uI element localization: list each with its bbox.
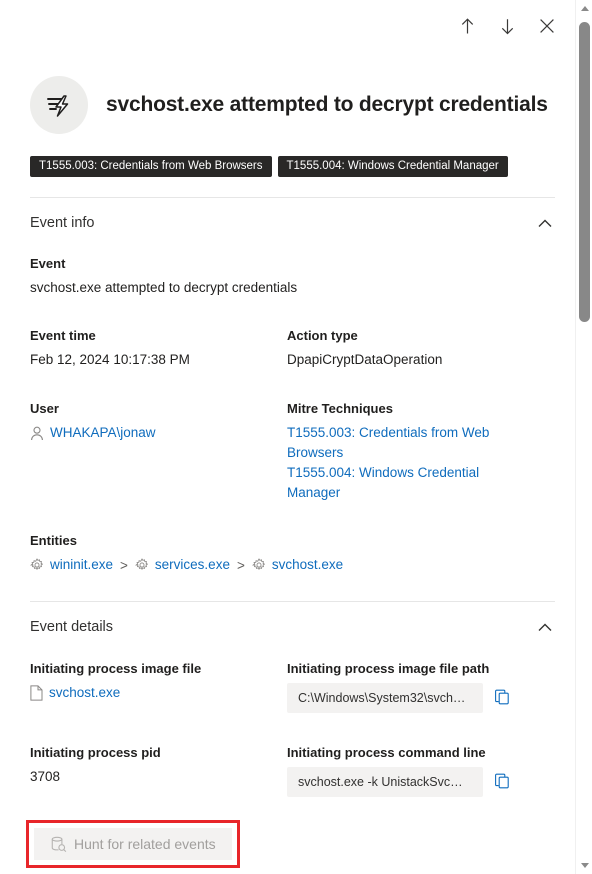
- chevron-up-icon[interactable]: [535, 213, 555, 233]
- field-initiating-process-image-file: Initiating process image file svchost.ex…: [30, 661, 201, 703]
- field-label: Mitre Techniques: [287, 401, 393, 416]
- gear-icon: [134, 558, 149, 572]
- entity-link[interactable]: svchost.exe: [272, 555, 343, 575]
- entity-link[interactable]: wininit.exe: [50, 555, 113, 575]
- field-entities: Entities wininit.exe > services.exe > sv…: [30, 533, 343, 575]
- mitre-technique-link[interactable]: T1555.003: Credentials from Web Browsers: [287, 425, 489, 460]
- field-action-type: Action type DpapiCryptDataOperation: [287, 328, 442, 369]
- field-initiating-process-command-line: Initiating process command line svchost.…: [287, 745, 511, 797]
- gear-icon: [30, 558, 44, 572]
- field-event: Event svchost.exe attempted to decrypt c…: [30, 256, 297, 297]
- copy-command-line-button[interactable]: [493, 773, 511, 791]
- event-details-section-title: Event details: [30, 619, 114, 635]
- field-label: Initiating process image file path: [287, 661, 490, 676]
- field-initiating-process-pid: Initiating process pid 3708: [30, 745, 161, 786]
- image-path-value: C:\Windows\System32\svchost....: [287, 683, 483, 713]
- field-label: Event: [30, 256, 66, 271]
- chevron-up-icon[interactable]: [535, 617, 555, 637]
- close-icon: [539, 18, 555, 34]
- hunt-for-related-events-button[interactable]: Hunt for related events: [34, 828, 232, 860]
- file-icon: [30, 685, 43, 701]
- scroll-down-arrow-icon[interactable]: [576, 857, 592, 874]
- page-title: svchost.exe attempted to decrypt credent…: [106, 93, 548, 116]
- user-value-row[interactable]: WHAKAPA\jonaw: [30, 423, 156, 443]
- field-value: DpapiCryptDataOperation: [287, 352, 443, 367]
- event-details-section-header[interactable]: Event details: [30, 612, 555, 642]
- panel-action-bar: [451, 10, 563, 42]
- alert-details-panel: svchost.exe attempted to decrypt credent…: [0, 0, 592, 874]
- mitre-technique-link[interactable]: T1555.004: Windows Credential Manager: [287, 465, 479, 500]
- entity-link[interactable]: services.exe: [155, 555, 230, 575]
- field-initiating-process-image-file-path: Initiating process image file path C:\Wi…: [287, 661, 511, 713]
- copy-image-path-button[interactable]: [493, 689, 511, 707]
- alert-lightning-icon: [30, 76, 88, 134]
- pid-value: 3708: [30, 769, 61, 784]
- arrow-up-icon: [459, 17, 476, 35]
- field-label: Entities: [30, 533, 77, 548]
- panel-content: svchost.exe attempted to decrypt credent…: [0, 0, 575, 874]
- hunt-button-label: Hunt for related events: [74, 836, 216, 852]
- scroll-thumb[interactable]: [579, 22, 590, 322]
- field-value: svchost.exe attempted to decrypt credent…: [30, 280, 298, 295]
- event-info-section-header[interactable]: Event info: [30, 208, 555, 238]
- previous-item-button[interactable]: [451, 10, 483, 42]
- field-event-time: Event time Feb 12, 2024 10:17:38 PM: [30, 328, 190, 369]
- next-item-button[interactable]: [491, 10, 523, 42]
- scroll-up-arrow-icon[interactable]: [576, 0, 592, 17]
- entity-item[interactable]: services.exe: [134, 555, 230, 575]
- field-mitre-techniques: Mitre Techniques T1555.003: Credentials …: [287, 401, 502, 503]
- command-line-value: svchost.exe -k UnistackSvcGroup: [287, 767, 483, 797]
- mitre-tag[interactable]: T1555.003: Credentials from Web Browsers: [30, 156, 272, 177]
- field-label: Event time: [30, 328, 96, 343]
- image-file-value-row[interactable]: svchost.exe: [30, 683, 201, 703]
- arrow-down-icon: [499, 17, 516, 35]
- entity-separator: >: [236, 557, 245, 573]
- event-info-section-title: Event info: [30, 215, 95, 231]
- section-divider: [30, 601, 555, 602]
- hunt-button-highlight: Hunt for related events: [26, 820, 240, 868]
- hunt-database-search-icon: [50, 836, 67, 853]
- person-icon: [30, 426, 44, 441]
- field-user: User WHAKAPA\jonaw: [30, 401, 156, 443]
- mitre-tag[interactable]: T1555.004: Windows Credential Manager: [277, 156, 508, 177]
- close-panel-button[interactable]: [531, 10, 563, 42]
- image-file-link[interactable]: svchost.exe: [49, 683, 120, 703]
- user-link[interactable]: WHAKAPA\jonaw: [50, 423, 156, 443]
- entity-separator: >: [120, 557, 128, 573]
- image-path-value-row: C:\Windows\System32\svchost....: [287, 683, 511, 713]
- entity-item[interactable]: wininit.exe: [30, 555, 113, 575]
- entities-chain: wininit.exe > services.exe > svchost.exe: [30, 555, 343, 575]
- field-label: Initiating process command line: [287, 745, 486, 760]
- gear-icon: [251, 558, 266, 572]
- mitre-link-list: T1555.003: Credentials from Web Browsers…: [287, 423, 502, 503]
- field-label: Initiating process pid: [30, 745, 161, 760]
- copy-icon: [494, 689, 510, 708]
- command-line-value-row: svchost.exe -k UnistackSvcGroup: [287, 767, 511, 797]
- section-divider: [30, 197, 555, 198]
- copy-icon: [494, 773, 510, 792]
- field-label: Initiating process image file: [30, 661, 202, 676]
- vertical-scrollbar[interactable]: [575, 0, 592, 874]
- field-value: Feb 12, 2024 10:17:38 PM: [30, 352, 190, 367]
- field-label: User: [30, 401, 59, 416]
- alert-header: svchost.exe attempted to decrypt credent…: [30, 76, 548, 134]
- field-label: Action type: [287, 328, 358, 343]
- entity-item[interactable]: svchost.exe: [251, 555, 343, 575]
- mitre-tag-list: T1555.003: Credentials from Web Browsers…: [30, 156, 508, 177]
